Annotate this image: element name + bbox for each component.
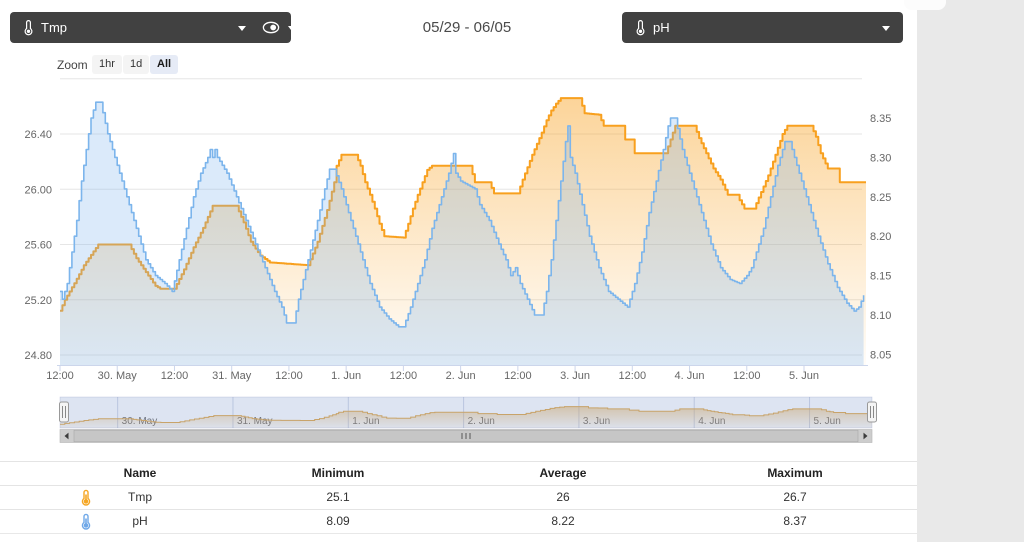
date-range: 05/29 - 06/05 bbox=[367, 19, 567, 36]
thermometer-icon bbox=[23, 19, 34, 41]
row-name: Tmp bbox=[20, 486, 260, 509]
x-axis-label: 12:00 bbox=[161, 370, 189, 382]
dashboard-screen: 26.40 26.00 25.60 25.20 24.80 8.35 8.30 8.25 8.2… bbox=[0, 0, 1024, 542]
chevron-down-icon[interactable] bbox=[882, 26, 890, 31]
desktop-gutter bbox=[917, 0, 1024, 542]
x-axis-label: 3. Jun bbox=[560, 370, 590, 382]
row-maximum: 8.37 bbox=[695, 510, 895, 533]
zoom-1d-button[interactable]: 1d bbox=[123, 55, 149, 74]
stats-table: Name Minimum Average Maximum Tmp 25.1 26… bbox=[0, 461, 917, 534]
x-axis-label: 31. May bbox=[212, 370, 252, 382]
x-axis-label: 12:00 bbox=[733, 370, 761, 382]
col-header-average: Average bbox=[463, 462, 663, 485]
navigator-handle-right[interactable] bbox=[868, 402, 877, 422]
navigator-handle-left[interactable] bbox=[60, 402, 69, 422]
row-maximum: 26.7 bbox=[695, 486, 895, 509]
col-header-name: Name bbox=[20, 462, 260, 485]
y-left-tick-label: 25.20 bbox=[24, 295, 52, 307]
y-right-tick-label: 8.10 bbox=[870, 310, 891, 322]
zoom-1hr-button[interactable]: 1hr bbox=[92, 55, 122, 74]
x-axis-label: 2. Jun bbox=[446, 370, 476, 382]
x-axis-label: 12:00 bbox=[275, 370, 303, 382]
window-notch bbox=[904, 0, 946, 10]
eye-icon bbox=[262, 21, 284, 34]
zoom-all-button[interactable]: All bbox=[150, 55, 178, 74]
col-header-minimum: Minimum bbox=[238, 462, 438, 485]
right-sensor-label: pH bbox=[653, 20, 670, 35]
y-left-tick-label: 25.60 bbox=[24, 240, 52, 252]
x-axis-label: 12:00 bbox=[619, 370, 647, 382]
y-right-tick-label: 8.30 bbox=[870, 152, 891, 164]
y-right-tick-label: 8.35 bbox=[870, 113, 891, 125]
y-right-tick-label: 8.20 bbox=[870, 231, 891, 243]
y-right-tick-label: 8.15 bbox=[870, 271, 891, 283]
x-axis-label: 4. Jun bbox=[675, 370, 705, 382]
y-left-tick-label: 26.00 bbox=[24, 184, 52, 196]
zoom-label: Zoom bbox=[57, 58, 88, 72]
thermometer-icon bbox=[635, 19, 646, 41]
y-left-tick-label: 24.80 bbox=[24, 350, 52, 362]
right-sensor-dropdown[interactable]: pH bbox=[622, 12, 903, 43]
table-header-row: Name Minimum Average Maximum bbox=[0, 461, 917, 485]
row-minimum: 25.1 bbox=[238, 486, 438, 509]
table-row: pH 8.09 8.22 8.37 bbox=[0, 509, 917, 534]
y-left-tick-label: 26.40 bbox=[24, 129, 52, 141]
y-right-tick-label: 8.05 bbox=[870, 349, 891, 361]
row-average: 8.22 bbox=[463, 510, 663, 533]
row-name: pH bbox=[20, 510, 260, 533]
left-sensor-label: Tmp bbox=[41, 20, 67, 35]
x-axis-label: 30. May bbox=[98, 370, 138, 382]
row-minimum: 8.09 bbox=[238, 510, 438, 533]
x-axis-label: 5. Jun bbox=[789, 370, 819, 382]
x-axis-label: 12:00 bbox=[504, 370, 532, 382]
x-axis-label: 12:00 bbox=[46, 370, 74, 382]
chevron-down-icon[interactable] bbox=[238, 26, 246, 31]
left-sensor-dropdown[interactable]: Tmp bbox=[10, 12, 291, 43]
x-axis-label: 1. Jun bbox=[331, 370, 361, 382]
x-axis-label: 12:00 bbox=[390, 370, 418, 382]
y-right-tick-label: 8.25 bbox=[870, 192, 891, 204]
table-row: Tmp 25.1 26 26.7 bbox=[0, 485, 917, 509]
col-header-maximum: Maximum bbox=[695, 462, 895, 485]
chevron-down-icon[interactable] bbox=[288, 26, 294, 30]
visibility-menu[interactable] bbox=[262, 21, 284, 39]
row-average: 26 bbox=[463, 486, 663, 509]
